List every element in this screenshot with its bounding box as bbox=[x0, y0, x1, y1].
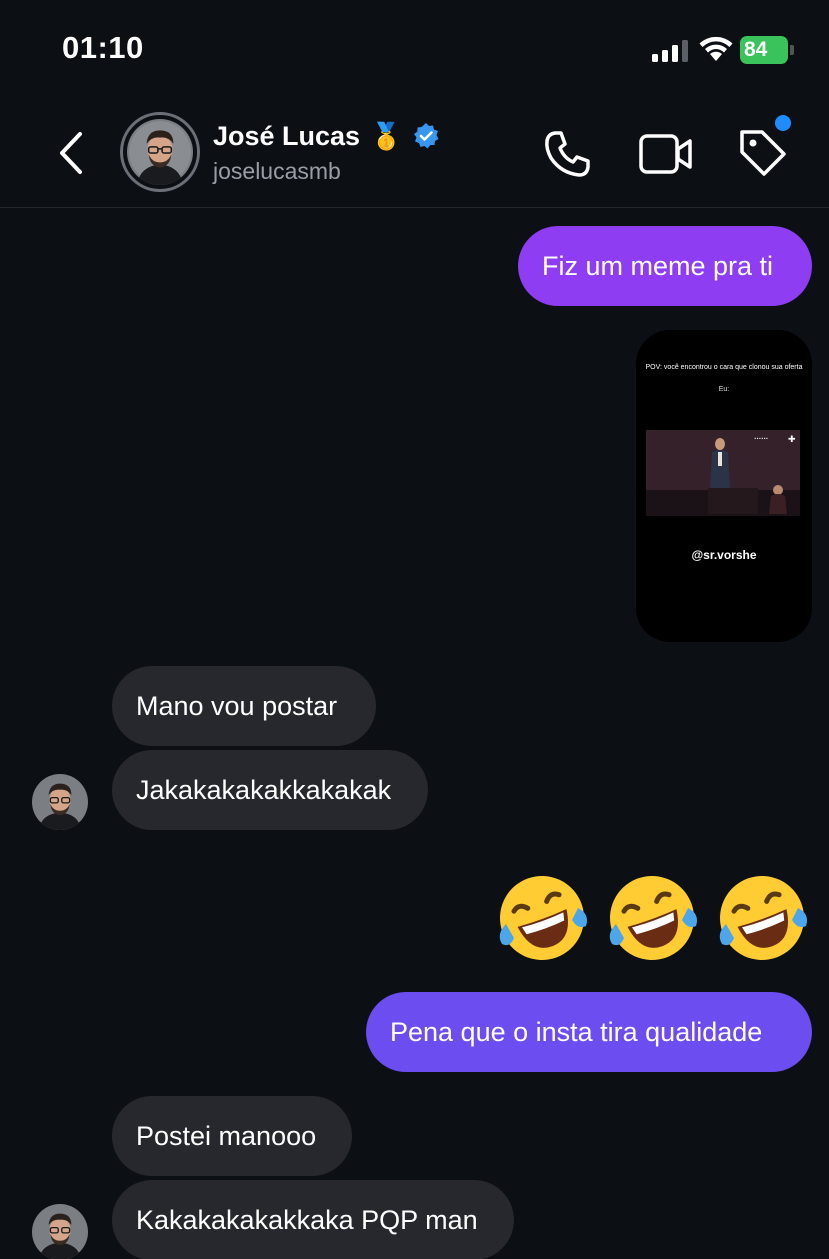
message-received[interactable]: Mano vou postar bbox=[112, 666, 376, 746]
message-received[interactable]: Jakakakakakkakakak bbox=[112, 750, 428, 830]
contact-name-row[interactable]: José Lucas 🥇 bbox=[213, 116, 440, 156]
wifi-icon bbox=[699, 36, 733, 61]
message-sent[interactable]: Fiz um meme pra ti bbox=[518, 226, 812, 306]
meme-caption: POV: você encontrou o cara que clonou su… bbox=[645, 364, 803, 371]
battery-percent: 84 bbox=[744, 38, 768, 61]
back-button[interactable] bbox=[52, 128, 92, 178]
medal-icon: 🥇 bbox=[370, 120, 403, 151]
sender-avatar[interactable] bbox=[32, 1204, 88, 1259]
message-received[interactable]: Postei manooo bbox=[112, 1096, 352, 1176]
notification-dot bbox=[775, 115, 791, 131]
battery-icon: 84 bbox=[740, 36, 794, 64]
meme-label: Eu: bbox=[718, 386, 730, 393]
profile-photo-icon bbox=[32, 1204, 88, 1259]
shared-video-message[interactable]: POV: você encontrou o cara que clonou su… bbox=[636, 330, 812, 642]
sender-avatar[interactable] bbox=[32, 774, 88, 830]
profile-photo-icon bbox=[127, 119, 193, 185]
message-received[interactable]: Kakakakakakkaka PQP man bbox=[112, 1180, 514, 1259]
meme-credit: @sr.vorshe bbox=[691, 548, 757, 562]
emoji-message[interactable] bbox=[492, 868, 812, 968]
contact-avatar[interactable] bbox=[120, 112, 200, 192]
contact-name: José Lucas bbox=[213, 120, 361, 151]
rolling-laughing-emoji-icon bbox=[499, 876, 587, 960]
status-bar: 01:10 84 bbox=[0, 0, 829, 100]
verified-badge-icon bbox=[414, 123, 439, 149]
svg-text:✚: ✚ bbox=[788, 435, 796, 445]
rolling-laughing-emoji-icon bbox=[719, 876, 807, 960]
profile-photo-icon bbox=[32, 774, 88, 830]
contact-handle: joselucasmb bbox=[213, 158, 341, 184]
status-time: 01:10 bbox=[62, 30, 144, 65]
video-call-icon[interactable] bbox=[638, 130, 694, 178]
message-sent[interactable]: Pena que o insta tira qualidade bbox=[366, 992, 812, 1072]
meme-video-frame: •••••• ✚ bbox=[646, 430, 800, 516]
phone-call-icon[interactable] bbox=[541, 128, 593, 180]
tag-icon[interactable] bbox=[736, 126, 790, 180]
rolling-laughing-emoji-icon bbox=[609, 876, 697, 960]
chat-header: José Lucas 🥇 joselucasmb bbox=[0, 100, 829, 208]
chat-screen: 01:10 84 José Lucas 🥇 joselucasmb Fiz um… bbox=[0, 0, 829, 1259]
svg-text:••••••: •••••• bbox=[754, 436, 768, 441]
cellular-signal-icon bbox=[652, 40, 688, 62]
